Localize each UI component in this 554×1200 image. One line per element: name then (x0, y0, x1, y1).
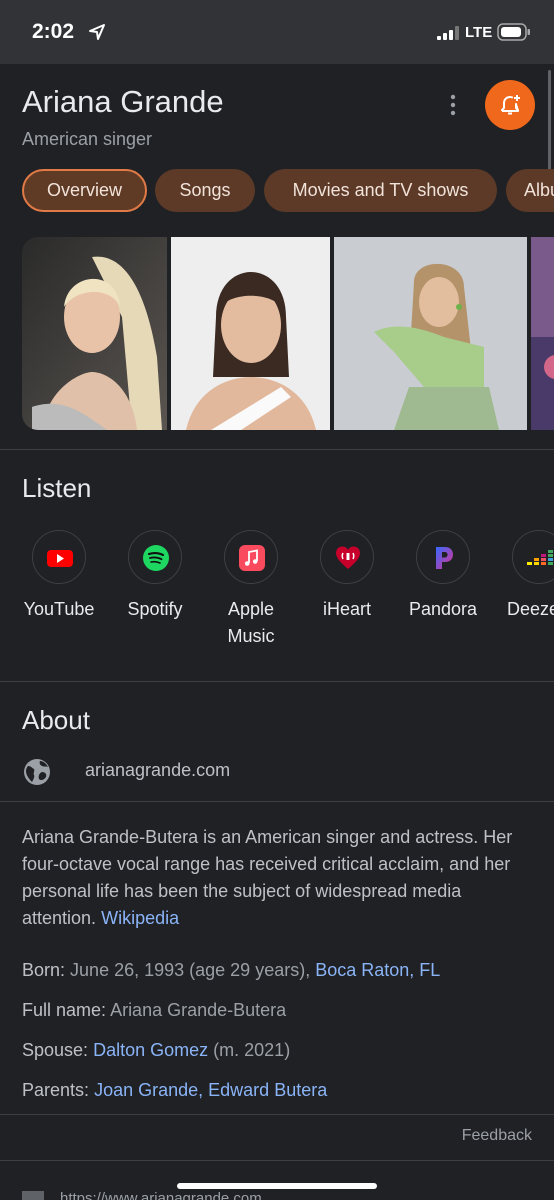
listen-iheart[interactable]: iHeart (299, 530, 395, 623)
chip-movies-tv[interactable]: Movies and TV shows (264, 169, 497, 212)
result-favicon (22, 1191, 44, 1200)
deezer-icon (527, 550, 553, 565)
fact-born: Born: June 26, 1993 (age 29 years), Boca… (22, 960, 441, 980)
website-link[interactable]: arianagrande.com (85, 760, 230, 781)
network-type: LTE (465, 24, 493, 41)
iheart-icon (336, 546, 360, 569)
battery-icon (497, 23, 530, 41)
signal-icon (437, 26, 459, 40)
follow-bell-button[interactable] (485, 80, 535, 130)
apple-music-icon (239, 545, 265, 571)
more-options-icon[interactable] (440, 92, 466, 118)
chip-albums[interactable]: Albums (506, 169, 554, 212)
section-divider (0, 801, 554, 802)
pandora-icon (436, 547, 453, 569)
listen-heading: Listen (22, 473, 92, 503)
wikipedia-link[interactable]: Wikipedia (101, 908, 179, 928)
section-divider (0, 1114, 554, 1115)
chip-overview[interactable]: Overview (22, 169, 147, 212)
photo-2[interactable] (171, 237, 330, 430)
home-indicator[interactable] (177, 1183, 377, 1189)
fact-spouse: Spouse: Dalton Gomez (m. 2021) (22, 1040, 291, 1060)
listen-apple-music[interactable]: Apple Music (203, 530, 299, 650)
section-divider (0, 449, 554, 450)
about-heading: About (22, 705, 90, 735)
listen-deezer[interactable]: Deezer (491, 530, 554, 623)
section-divider (0, 681, 554, 682)
section-divider (0, 1160, 554, 1161)
fact-full-name: Full name: Ariana Grande-Butera (22, 1000, 287, 1020)
status-bar: 2:02 LTE (0, 0, 554, 64)
status-time: 2:02 (32, 20, 75, 43)
listen-spotify[interactable]: Spotify (107, 530, 203, 623)
listen-youtube[interactable]: YouTube (11, 530, 107, 623)
result-url[interactable]: https://www.arianagrande.com (60, 1190, 262, 1200)
photo-1[interactable] (22, 237, 167, 430)
youtube-icon (47, 550, 73, 567)
fact-parents: Parents: Joan Grande, Edward Butera (22, 1080, 328, 1100)
spotify-icon (143, 545, 169, 571)
spouse-link[interactable]: Dalton Gomez (93, 1040, 208, 1060)
chip-songs[interactable]: Songs (155, 169, 255, 212)
parent-link-2[interactable]: Edward Butera (208, 1080, 327, 1100)
entity-subtitle: American singer (22, 129, 153, 149)
category-chips: Overview Songs Movies and TV shows Album… (22, 169, 554, 213)
about-description: Ariana Grande-Butera is an American sing… (22, 827, 513, 928)
bell-plus-icon (501, 95, 520, 115)
image-carousel[interactable] (22, 237, 554, 430)
entity-title: Ariana Grande (22, 84, 224, 119)
feedback-link[interactable]: Feedback (462, 1127, 532, 1145)
photo-4[interactable] (531, 237, 554, 430)
globe-icon (24, 759, 50, 785)
scrollbar[interactable] (548, 70, 551, 170)
location-arrow-icon (89, 24, 105, 40)
parent-link-1[interactable]: Joan Grande, (94, 1080, 203, 1100)
photo-3[interactable] (334, 237, 527, 430)
born-place-link[interactable]: Boca Raton, FL (315, 960, 440, 980)
listen-pandora[interactable]: Pandora (395, 530, 491, 623)
